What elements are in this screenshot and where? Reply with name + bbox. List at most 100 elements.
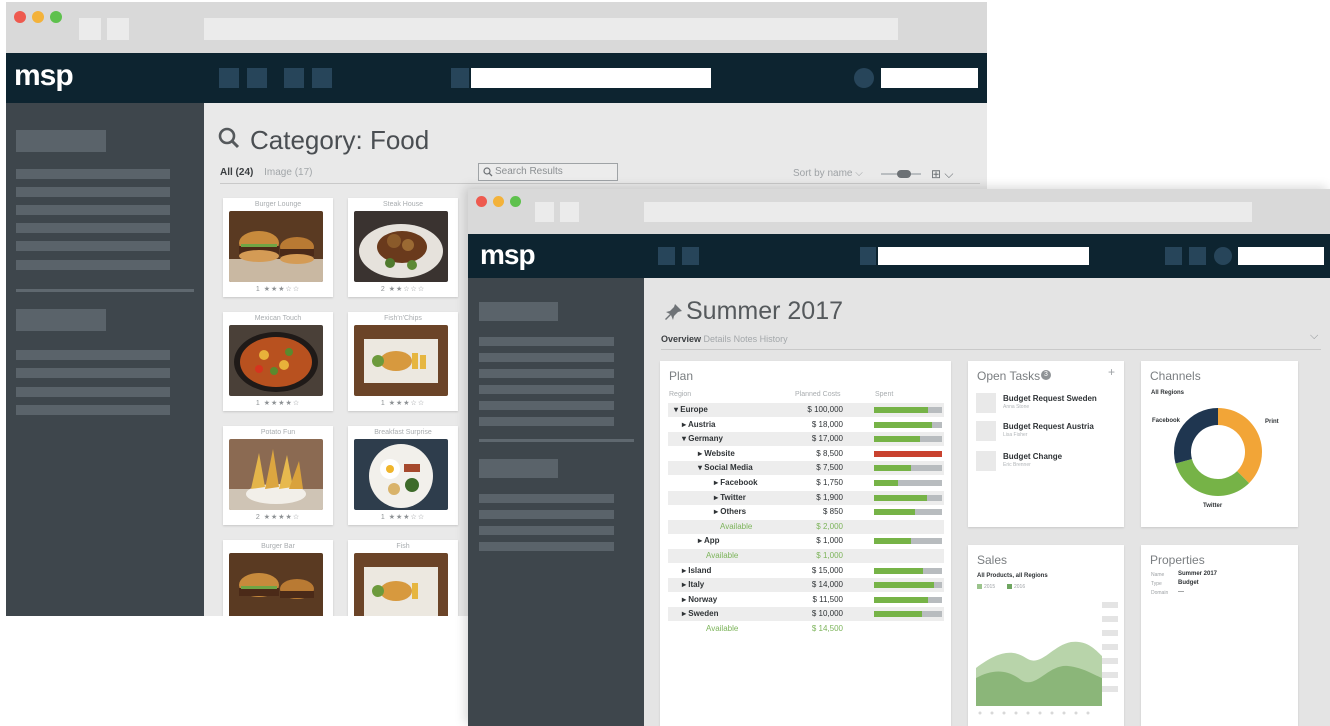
sidebar-item[interactable] (16, 405, 170, 415)
maximize-dot[interactable] (510, 196, 521, 207)
header-search-input[interactable] (471, 68, 711, 88)
food-card[interactable]: Fish (348, 540, 458, 616)
task-checkbox[interactable] (976, 393, 996, 413)
grid-view-icon[interactable]: ⊞ ⌵ (931, 167, 954, 182)
back-button[interactable] (535, 202, 554, 222)
available-row[interactable]: Available $ 1,000 (668, 549, 944, 563)
food-card[interactable]: Mexican Touch 1 ★★★★☆ (223, 312, 333, 411)
avatar[interactable] (854, 68, 874, 88)
plan-row[interactable]: ▸ Website $ 8,500 (668, 447, 944, 461)
sidebar-heading (479, 302, 558, 321)
slider-knob[interactable] (897, 170, 911, 178)
sidebar-heading (16, 309, 106, 331)
user-menu[interactable] (1238, 247, 1324, 265)
zoom-slider[interactable] (881, 170, 921, 178)
plan-row[interactable]: ▾ Germany $ 17,000 (668, 432, 944, 447)
chevron-down-icon[interactable]: ⌵ (1310, 330, 1318, 343)
pin-icon[interactable] (665, 303, 683, 321)
address-bar[interactable] (644, 202, 1252, 222)
tab-all[interactable]: All (24) (220, 167, 253, 178)
search-results-input[interactable]: Search Results (478, 163, 618, 181)
nav-icon[interactable] (682, 247, 699, 265)
sidebar-item[interactable] (479, 494, 614, 503)
nav-icon[interactable] (284, 68, 304, 88)
nav-icon[interactable] (219, 68, 239, 88)
add-task-button[interactable]: + (1108, 365, 1115, 379)
sidebar-item[interactable] (16, 387, 170, 397)
available-row[interactable]: Available $ 2,000 (668, 519, 944, 534)
legend-swatch-2015 (977, 584, 982, 589)
food-card[interactable]: Potato Fun 2 ★★★★☆ (223, 426, 333, 525)
sidebar-item[interactable] (16, 169, 170, 179)
available-row[interactable]: Available $ 14,500 (668, 622, 944, 636)
sidebar-item[interactable] (16, 223, 170, 233)
food-card[interactable]: Fish'n'Chips 1 ★★★☆☆ (348, 312, 458, 411)
forward-button[interactable] (560, 202, 579, 222)
tab-image[interactable]: Image (17) (264, 167, 312, 178)
nav-icon[interactable] (312, 68, 332, 88)
back-button[interactable] (79, 18, 101, 40)
sidebar-item[interactable] (479, 542, 614, 551)
plan-row[interactable]: ▾ Social Media $ 7,500 (668, 461, 944, 476)
front-window: msp Summer 2017 Overview Details Notes H… (468, 189, 1330, 726)
plan-row[interactable]: ▸ Twitter $ 1,900 (668, 490, 944, 505)
plan-row[interactable]: ▸ Sweden $ 10,000 (668, 607, 944, 622)
search-icon[interactable] (860, 247, 876, 265)
tab-notes[interactable]: Notes (734, 334, 758, 344)
plan-row[interactable]: ▸ Others $ 850 (668, 505, 944, 519)
sidebar-item[interactable] (479, 526, 614, 535)
task-item[interactable]: Budget Request Sweden Anna Stone (976, 393, 1126, 415)
search-icon[interactable] (451, 68, 469, 88)
task-checkbox[interactable] (976, 421, 996, 441)
card-title: Potato Fun (260, 429, 296, 436)
plan-row[interactable]: ▸ Austria $ 18,000 (668, 418, 944, 432)
nav-icon[interactable] (658, 247, 675, 265)
sidebar-item[interactable] (479, 353, 614, 362)
sidebar-item[interactable] (479, 369, 614, 378)
sidebar-item[interactable] (16, 187, 170, 197)
tab-details[interactable]: Details (704, 334, 732, 344)
minimize-dot[interactable] (32, 11, 44, 23)
sidebar-item[interactable] (16, 241, 170, 251)
food-card[interactable]: Breakfast Surprise 1 ★★★☆☆ (348, 426, 458, 525)
close-dot[interactable] (14, 11, 26, 23)
food-card[interactable]: Burger Lounge 1 ★★★☆☆ (223, 198, 333, 297)
card-title: Burger Bar (261, 543, 295, 550)
sidebar-item[interactable] (16, 205, 170, 215)
task-checkbox[interactable] (976, 451, 996, 471)
nav-icon[interactable] (247, 68, 267, 88)
sidebar-item[interactable] (16, 260, 170, 270)
tab-history[interactable]: History (760, 334, 788, 344)
plan-row[interactable]: ▸ Norway $ 11,500 (668, 593, 944, 607)
nav-icon[interactable] (1189, 247, 1206, 265)
task-item[interactable]: Budget Request Austria Lisa Fisher (976, 421, 1126, 443)
maximize-dot[interactable] (50, 11, 62, 23)
sidebar-item[interactable] (479, 401, 614, 410)
header-search-input[interactable] (878, 247, 1089, 265)
address-bar[interactable] (204, 18, 898, 40)
avatar[interactable] (1214, 247, 1232, 265)
plan-row[interactable]: ▸ Island $ 15,000 (668, 564, 944, 578)
food-card[interactable]: Steak House 2 ★★☆☆☆ (348, 198, 458, 297)
card-title: Burger Lounge (254, 201, 302, 208)
minimize-dot[interactable] (493, 196, 504, 207)
sort-dropdown[interactable]: Sort by name ⌵ (793, 168, 863, 179)
plan-row[interactable]: ▾ Europe $ 100,000 (668, 403, 944, 417)
sidebar-item[interactable] (479, 510, 614, 519)
task-item[interactable]: Budget Change Eric Brenner (976, 451, 1126, 473)
sidebar-item[interactable] (16, 350, 170, 360)
user-menu[interactable] (881, 68, 978, 88)
nav-icon[interactable] (1165, 247, 1182, 265)
food-card[interactable]: Burger Bar (223, 540, 333, 616)
sidebar-item[interactable] (479, 385, 614, 394)
plan-row[interactable]: ▸ App $ 1,000 (668, 534, 944, 548)
sidebar-item[interactable] (16, 368, 170, 378)
spent-bar (874, 509, 942, 516)
close-dot[interactable] (476, 196, 487, 207)
tab-overview[interactable]: Overview (661, 334, 701, 344)
plan-row[interactable]: ▸ Italy $ 14,000 (668, 578, 944, 593)
sidebar-item[interactable] (479, 337, 614, 346)
forward-button[interactable] (107, 18, 129, 40)
sidebar-item[interactable] (479, 417, 614, 426)
plan-row[interactable]: ▸ Facebook $ 1,750 (668, 476, 944, 490)
